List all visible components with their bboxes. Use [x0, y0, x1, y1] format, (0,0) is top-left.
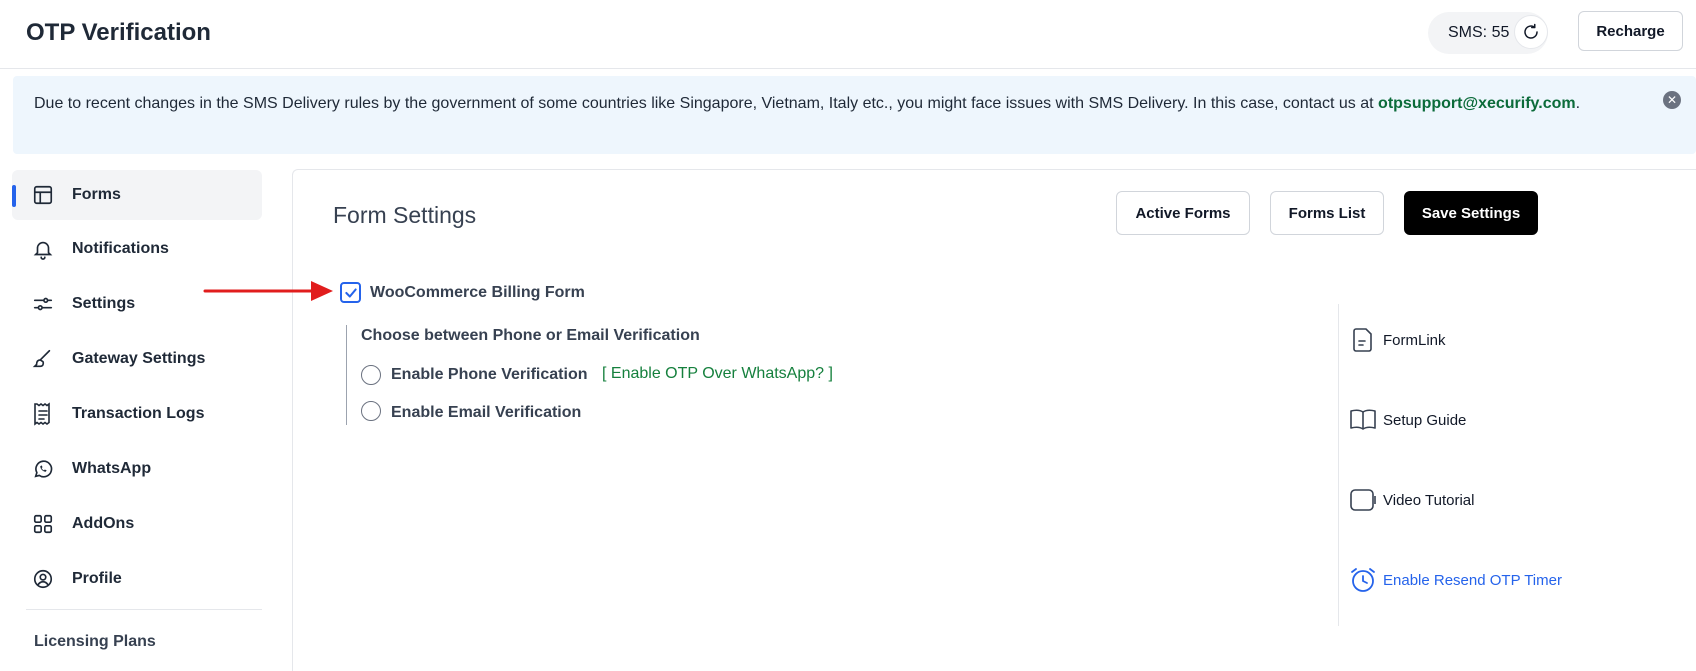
sidebar-item-label: AddOns — [72, 515, 135, 532]
layout-icon — [30, 182, 56, 208]
enable-resend-otp-timer-link[interactable]: Enable Resend OTP Timer — [1349, 566, 1562, 594]
app-title: OTP Verification — [26, 19, 211, 46]
phone-verification-label[interactable]: Enable Phone Verification — [391, 366, 588, 384]
document-icon — [1349, 326, 1377, 354]
close-icon: ✕ — [1666, 93, 1678, 107]
red-arrow-annotation — [203, 281, 333, 301]
email-verification-radio[interactable] — [361, 401, 381, 421]
sliders-icon — [30, 291, 56, 317]
sidebar: Forms Notifications Settings Gateway Set… — [0, 168, 292, 671]
checkmark-icon — [344, 287, 357, 298]
sidebar-item-forms[interactable]: Forms — [12, 170, 262, 220]
brush-icon — [30, 346, 56, 372]
refresh-icon — [1524, 23, 1538, 39]
video-icon — [1349, 486, 1377, 514]
user-circle-icon — [30, 566, 56, 592]
sidebar-item-profile[interactable]: Profile — [12, 554, 262, 604]
video-tutorial-link[interactable]: Video Tutorial — [1349, 486, 1474, 514]
email-verification-label[interactable]: Enable Email Verification — [391, 404, 581, 422]
sidebar-item-transaction-logs[interactable]: Transaction Logs — [12, 389, 262, 439]
woocommerce-billing-form-checkbox[interactable] — [340, 282, 361, 303]
recharge-button[interactable]: Recharge — [1578, 11, 1683, 51]
video-tutorial-label: Video Tutorial — [1383, 491, 1475, 509]
sidebar-item-whatsapp[interactable]: WhatsApp — [12, 444, 262, 494]
whatsapp-icon — [30, 456, 56, 482]
active-forms-button[interactable]: Active Forms — [1116, 191, 1250, 235]
top-bar: OTP Verification SMS: 55 Recharge — [0, 0, 1696, 69]
sidebar-item-gateway-settings[interactable]: Gateway Settings — [12, 334, 262, 384]
sidebar-item-label: Profile — [72, 570, 122, 587]
sms-delivery-notice: Due to recent changes in the SMS Deliver… — [13, 76, 1696, 154]
sidebar-item-addons[interactable]: AddOns — [12, 499, 262, 549]
setup-guide-label: Setup Guide — [1383, 411, 1467, 429]
book-icon — [1349, 406, 1377, 434]
sidebar-item-label: WhatsApp — [72, 460, 152, 477]
notice-text: Due to recent changes in the SMS Deliver… — [34, 92, 1614, 115]
sidebar-item-label: Gateway Settings — [72, 350, 206, 367]
setup-guide-link[interactable]: Setup Guide — [1349, 406, 1466, 434]
enable-resend-otp-timer-label: Enable Resend OTP Timer — [1383, 571, 1562, 589]
page-title: Form Settings — [333, 202, 477, 228]
bell-icon — [30, 236, 56, 262]
notice-suffix: . — [1575, 95, 1581, 112]
sidebar-item-label: Notifications — [72, 240, 169, 257]
alarm-clock-icon — [1349, 566, 1377, 594]
sidebar-item-label: Settings — [72, 295, 136, 312]
sidebar-divider — [26, 609, 262, 610]
support-email-link[interactable]: otpsupport@xecurify.com — [1378, 95, 1576, 112]
grid-icon — [30, 511, 56, 537]
notice-message: Due to recent changes in the SMS Deliver… — [34, 95, 1379, 112]
form-name-label[interactable]: WooCommerce Billing Form — [370, 284, 585, 302]
receipt-icon — [30, 401, 56, 427]
options-group-line — [346, 325, 347, 425]
sidebar-item-label: Transaction Logs — [72, 405, 205, 422]
forms-list-button[interactable]: Forms List — [1270, 191, 1384, 235]
sms-balance-label: SMS: 55 — [1448, 24, 1510, 41]
right-panel-divider — [1338, 304, 1339, 626]
phone-verification-radio[interactable] — [361, 365, 381, 385]
refresh-balance-button[interactable] — [1514, 15, 1548, 49]
save-settings-button[interactable]: Save Settings — [1404, 191, 1538, 235]
formlink-label: FormLink — [1383, 331, 1446, 349]
close-notice-button[interactable]: ✕ — [1663, 91, 1681, 109]
enable-otp-whatsapp-link[interactable]: [ Enable OTP Over WhatsApp? ] — [602, 365, 833, 383]
formlink-link[interactable]: FormLink — [1349, 326, 1446, 354]
verification-choice-label: Choose between Phone or Email Verificati… — [361, 327, 700, 344]
licensing-plans-link[interactable]: Licensing Plans — [34, 633, 156, 651]
sidebar-item-label: Forms — [72, 186, 121, 203]
sidebar-item-notifications[interactable]: Notifications — [12, 224, 262, 274]
